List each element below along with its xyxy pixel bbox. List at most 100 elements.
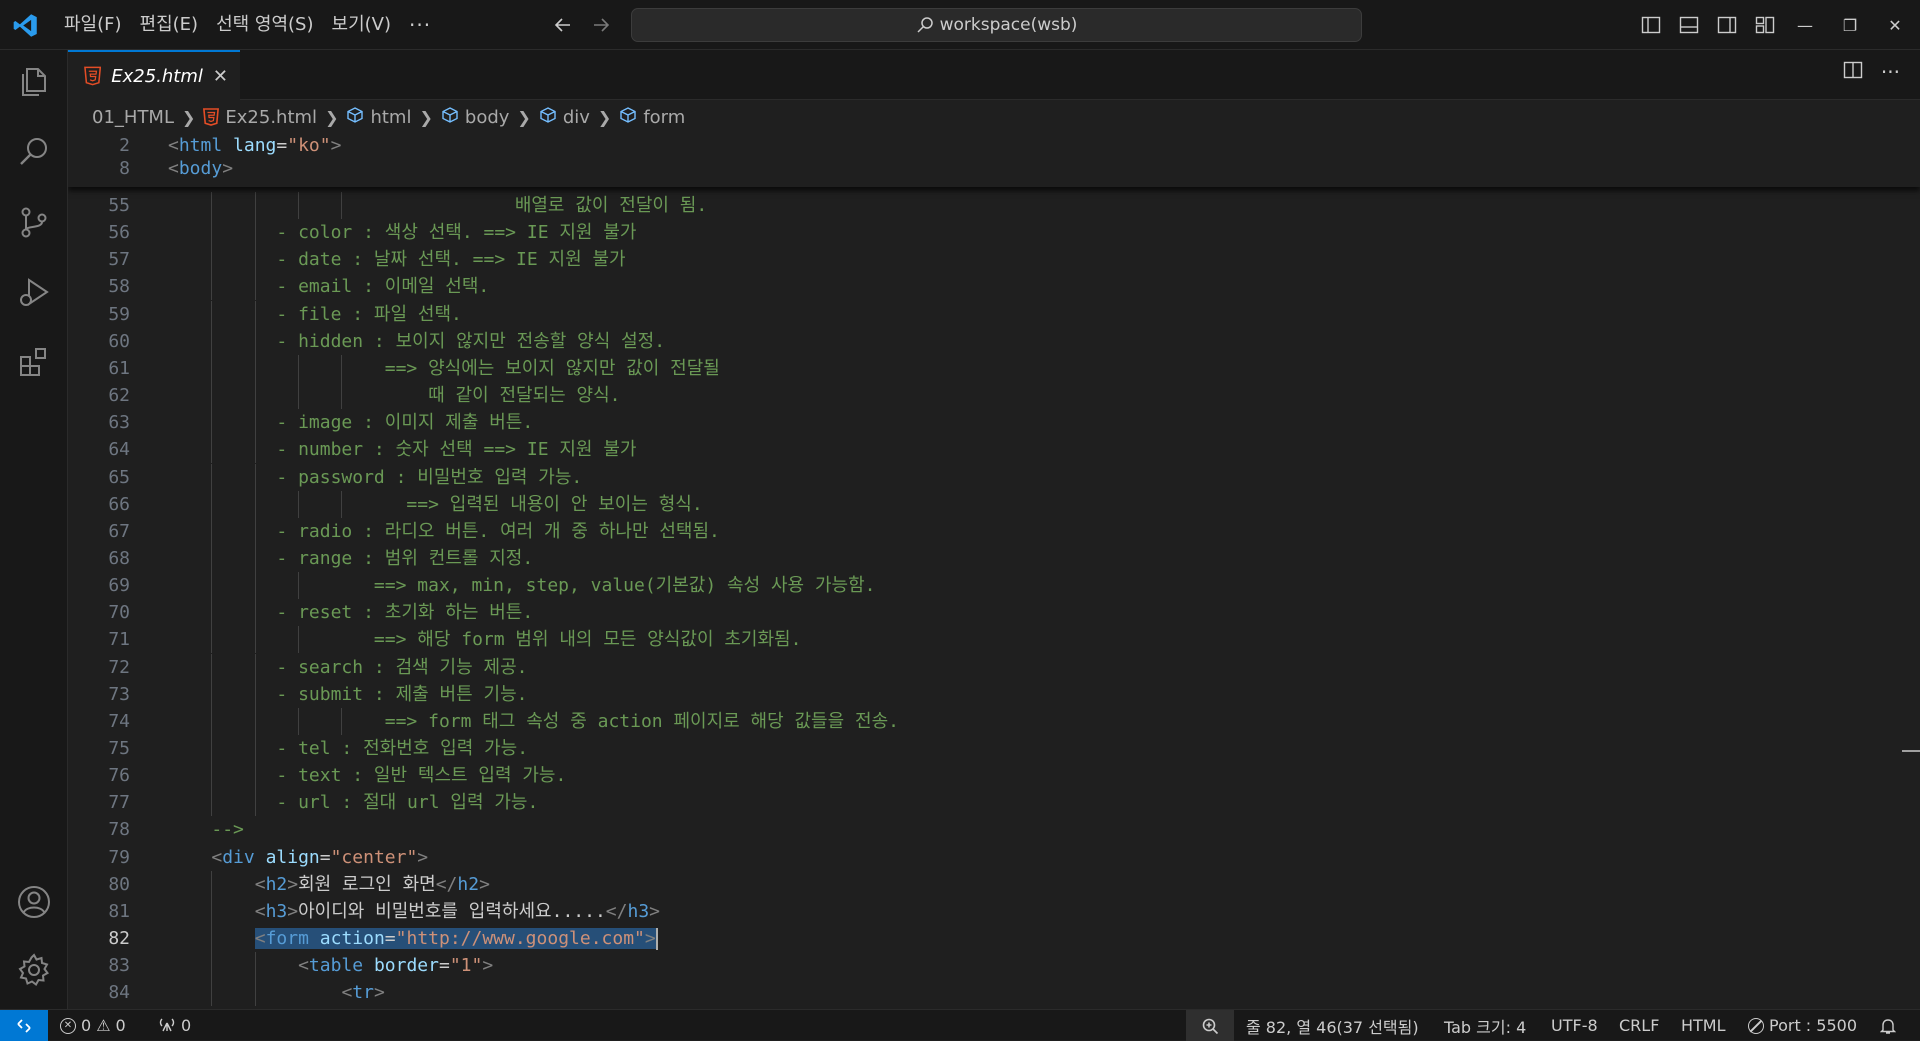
- code-line[interactable]: 58 - email : 이메일 선택.: [68, 273, 1920, 301]
- source-control-icon[interactable]: [0, 192, 68, 252]
- language-mode[interactable]: HTML: [1681, 1010, 1726, 1041]
- back-arrow-icon[interactable]: [548, 10, 578, 40]
- extensions-icon[interactable]: [0, 332, 68, 392]
- encoding[interactable]: UTF-8: [1551, 1010, 1598, 1041]
- close-icon[interactable]: ✕: [213, 66, 228, 87]
- code-line[interactable]: 61 ==> 양식에는 보이지 않지만 값이 전달될: [68, 354, 1920, 382]
- code-token: <: [254, 900, 266, 922]
- code-line[interactable]: 82 <form action="http://www.google.com">: [68, 925, 1920, 953]
- breadcrumb-symbol-body[interactable]: body: [441, 106, 509, 129]
- line-number: 64: [108, 439, 130, 461]
- breadcrumb-symbol-div[interactable]: div: [539, 106, 590, 129]
- code-token: <: [211, 846, 223, 868]
- ports-indicator[interactable]: 0: [158, 1010, 191, 1041]
- restore-button[interactable]: ❐: [1830, 10, 1870, 40]
- code-line[interactable]: 83 <table border="1">: [68, 952, 1920, 980]
- code-line[interactable]: 55 배열로 값이 전달이 됨.: [68, 192, 1920, 219]
- line-number: 55: [108, 195, 130, 216]
- breadcrumb-symbol-html[interactable]: html: [346, 106, 411, 129]
- tab-ex25-html[interactable]: Ex25.html ✕: [68, 50, 240, 100]
- code-line[interactable]: 56 - color : 색상 선택. ==> IE 지원 불가: [68, 219, 1920, 247]
- code-line[interactable]: 8 <body>: [68, 155, 1920, 182]
- code-line[interactable]: 80 <h2>회원 로그인 화면</h2>: [68, 870, 1920, 898]
- toggle-secondary-sidebar-icon[interactable]: [1712, 10, 1742, 40]
- minimize-button[interactable]: —: [1785, 10, 1825, 40]
- code-line[interactable]: 68 - range : 범위 컨트롤 지정.: [68, 544, 1920, 572]
- breadcrumb-symbol-label: div: [562, 106, 590, 128]
- scrollbar-marker[interactable]: [1902, 750, 1920, 752]
- code-line[interactable]: 70 - reset : 초기화 하는 버튼.: [68, 599, 1920, 627]
- explorer-icon[interactable]: [0, 52, 68, 112]
- code-line[interactable]: 76 - text : 일반 텍스트 입력 가능.: [68, 762, 1920, 790]
- toggle-panel-icon[interactable]: [1674, 10, 1704, 40]
- live-server-port[interactable]: Port : 5500: [1748, 1010, 1857, 1041]
- code-line[interactable]: 78 -->: [68, 816, 1920, 843]
- code-token: - password : 비밀번호 입력 가능.: [276, 466, 583, 488]
- breadcrumb-folder[interactable]: 01_HTML: [92, 107, 174, 128]
- end-of-line[interactable]: CRLF: [1619, 1010, 1659, 1041]
- forward-arrow-icon[interactable]: [586, 10, 616, 40]
- menu-item-3[interactable]: 보기(V): [323, 9, 400, 41]
- indent-guide: [211, 789, 213, 817]
- cursor-position[interactable]: 줄 82, 열 46(37 선택됨): [1246, 1010, 1419, 1041]
- indent-guide: [298, 192, 300, 219]
- code-token: 아이디와 비밀번호를 입력하세요.....: [298, 900, 606, 922]
- code-token: 때 같이 전달되는 양식.: [276, 385, 621, 407]
- close-window-button[interactable]: ✕: [1875, 10, 1915, 40]
- code-line[interactable]: 69 ==> max, min, step, value(기본값) 속성 사용 …: [68, 572, 1920, 600]
- code-token: "center": [330, 846, 418, 868]
- code-line[interactable]: 67 - radio : 라디오 버튼. 여러 개 중 하나만 선택됨.: [68, 517, 1920, 545]
- code-line[interactable]: 77 - url : 절대 url 입력 가능.: [68, 789, 1920, 817]
- more-actions-icon[interactable]: ···: [1881, 60, 1900, 84]
- menu-item-0[interactable]: 파일(F): [55, 9, 131, 41]
- line-number: 76: [108, 765, 130, 787]
- code-line[interactable]: 59 - file : 파일 선택.: [68, 300, 1920, 328]
- code-text: - url : 절대 url 입력 가능.: [276, 789, 538, 816]
- code-token: <: [168, 135, 179, 156]
- line-number: 73: [108, 683, 130, 705]
- indent-guide: [254, 354, 256, 382]
- code-line[interactable]: 84 <tr>: [68, 979, 1920, 1007]
- code-token: 배열로 값이 전달이 됨.: [319, 195, 708, 216]
- code-line[interactable]: 81 <h3>아이디와 비밀번호를 입력하세요.....</h3>: [68, 897, 1920, 925]
- settings-gear-icon[interactable]: [0, 940, 68, 1000]
- indent-guide: [211, 436, 213, 464]
- code-token: - color : 색상 선택. ==> IE 지원 불가: [276, 222, 637, 244]
- zoom-icon[interactable]: [1186, 1010, 1234, 1041]
- code-token: ==> max, min, step, value(기본값) 속성 사용 가능함…: [276, 575, 876, 597]
- menu-item-1[interactable]: 편집(E): [131, 9, 208, 41]
- code-line[interactable]: 66 ==> 입력된 내용이 안 보이는 형식.: [68, 490, 1920, 518]
- code-line[interactable]: 65 - password : 비밀번호 입력 가능.: [68, 463, 1920, 491]
- code-editor[interactable]: 2 <html lang="ko"> 8 <body> 55 배열로 값이 전달이 됨…: [68, 132, 1920, 1009]
- code-line[interactable]: 60 - hidden : 보이지 않지만 전송할 양식 설정.: [68, 327, 1920, 355]
- command-center-search[interactable]: workspace(wsb): [631, 8, 1362, 42]
- split-editor-icon[interactable]: [1843, 60, 1863, 84]
- code-line[interactable]: 74 ==> form 태그 속성 중 action 페이지로 해당 값들을 전…: [68, 707, 1920, 735]
- code-line[interactable]: 71 ==> 해당 form 범위 내의 모든 양식값이 초기화됨.: [68, 626, 1920, 654]
- code-line[interactable]: 75 - tel : 전화번호 입력 가능.: [68, 735, 1920, 762]
- notifications-bell-icon[interactable]: [1880, 1010, 1896, 1041]
- broadcast-icon: [158, 1016, 176, 1036]
- problems-indicator[interactable]: ✕ 0 ⚠ 0: [60, 1010, 126, 1041]
- indent-guide: [254, 382, 256, 410]
- run-debug-icon[interactable]: [0, 262, 68, 322]
- code-line[interactable]: 79 <div align="center">: [68, 844, 1920, 871]
- indent-guide: [254, 192, 256, 219]
- code-line[interactable]: 72 - search : 검색 기능 제공.: [68, 653, 1920, 681]
- code-line[interactable]: 63 - image : 이미지 제출 버튼.: [68, 409, 1920, 437]
- customize-layout-icon[interactable]: [1750, 10, 1780, 40]
- remote-indicator-icon[interactable]: [0, 1010, 48, 1041]
- toggle-primary-sidebar-icon[interactable]: [1636, 10, 1666, 40]
- code-line[interactable]: 57 - date : 날짜 선택. ==> IE 지원 불가: [68, 246, 1920, 274]
- menu-item-2[interactable]: 선택 영역(S): [207, 9, 322, 41]
- breadcrumb-file[interactable]: Ex25.html: [203, 107, 317, 128]
- menu-more-button[interactable]: ···: [400, 9, 440, 41]
- sticky-scroll-header[interactable]: 2 <html lang="ko"> 8 <body>: [68, 132, 1920, 187]
- code-line[interactable]: 73 - submit : 제출 버튼 기능.: [68, 680, 1920, 708]
- account-icon[interactable]: [0, 872, 68, 932]
- breadcrumb-symbol-form[interactable]: form: [619, 106, 685, 129]
- search-icon[interactable]: [0, 122, 68, 182]
- tab-size[interactable]: Tab 크기: 4: [1444, 1010, 1526, 1041]
- code-line[interactable]: 62 때 같이 전달되는 양식.: [68, 382, 1920, 410]
- code-line[interactable]: 64 - number : 숫자 선택 ==> IE 지원 불가: [68, 436, 1920, 464]
